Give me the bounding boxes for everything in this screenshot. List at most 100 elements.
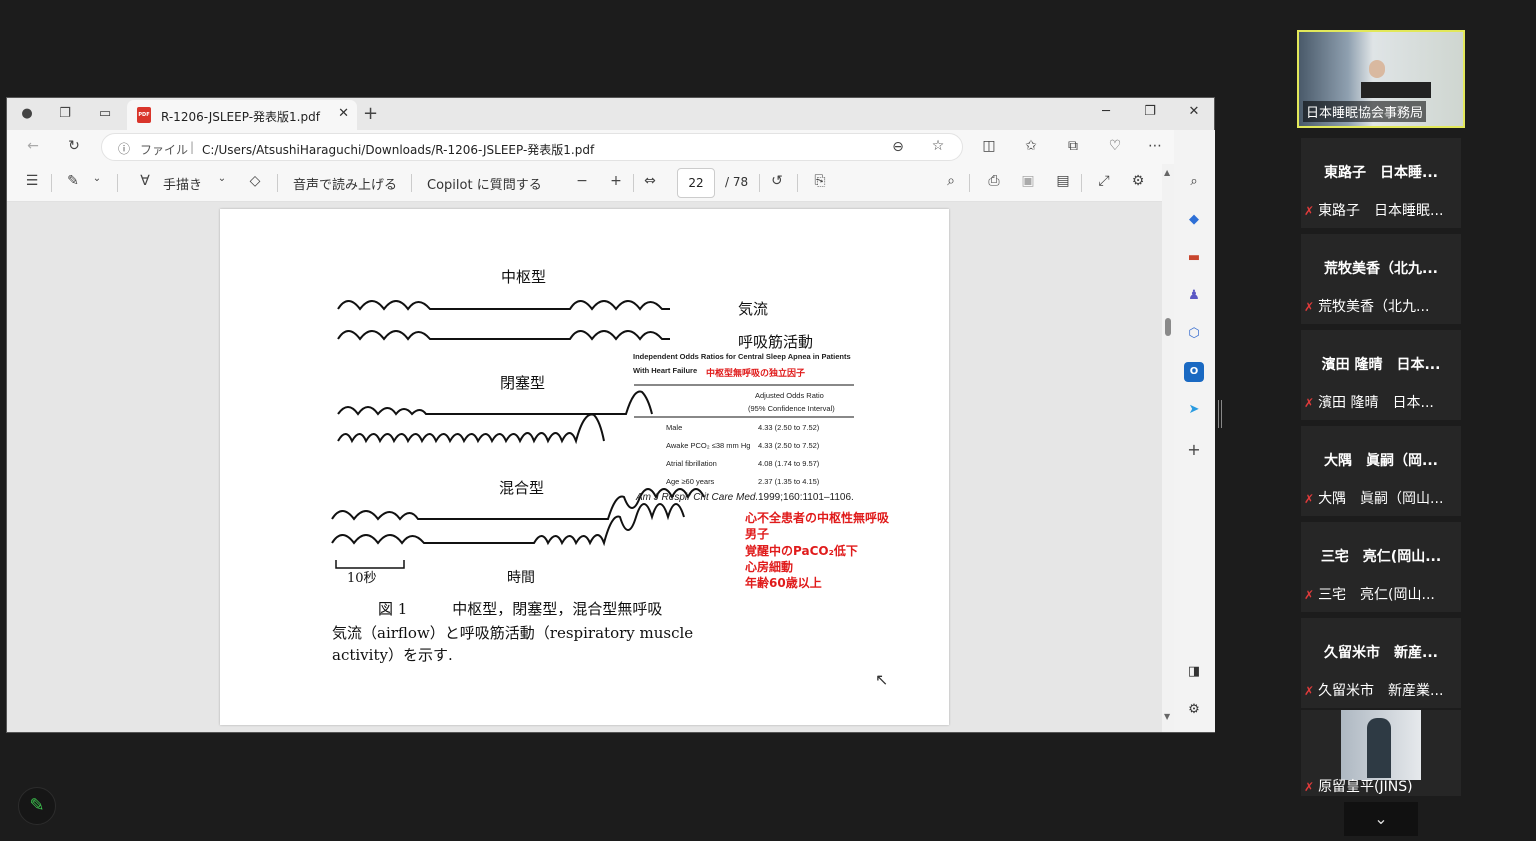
participant-tile[interactable]: 久留米市 新産... ✗ 久留米市 新産業... [1301,618,1461,708]
participant-name: 大隅 眞嗣（岡山... [1318,491,1444,507]
m365-icon[interactable]: ⬡ [1184,324,1204,344]
collections-icon[interactable]: ⧉ [1063,138,1083,154]
annotate-pen-button[interactable]: ✎ [18,787,56,825]
edge-sidebar: ⌕ ◆ ▬ ♟ ⬡ O ➤ + ◨ ⚙ [1174,130,1215,732]
settings-icon[interactable]: ⚙ [1184,700,1204,720]
participant-video-tile[interactable]: ✗ 原留皇平(JINS) [1301,710,1461,796]
copilot-ask-button[interactable]: Copilot に質問する [427,174,542,193]
participant-title: 濱田 隆晴 日本... [1321,357,1441,373]
games-icon[interactable]: ♟ [1184,286,1204,306]
scroll-up-icon[interactable]: ▲ [1164,168,1170,177]
pdf-scrollbar[interactable]: ▲ ▼ [1162,164,1174,732]
highlight-icon[interactable]: ✎ [63,173,83,189]
tab-actions-icon[interactable]: ▭ [95,104,115,124]
rotate-icon[interactable]: ↺ [767,173,787,189]
red-note: 心不全患者の中枢性無呼吸 [745,511,890,525]
save-icon[interactable]: ▣ [1018,173,1038,189]
person-shape [1369,60,1385,78]
fit-width-icon[interactable]: ⇔ [640,173,660,189]
performance-icon[interactable]: ♡ [1105,138,1125,154]
settings-icon[interactable]: ⚙ [1128,173,1148,189]
profile-icon[interactable]: ● [17,104,37,124]
chevron-down-icon[interactable]: ⌄ [87,173,107,184]
mic-muted-icon: ✗ [1304,204,1315,218]
citation-ref: 1999;160:1101–1106. [758,492,854,503]
red-note: 心房細動 [745,560,794,574]
split-screen-icon[interactable]: ◫ [979,138,999,154]
tab-pdf[interactable]: PDF R-1206-JSLEEP-発表版1.pdf ✕ [127,100,357,130]
participant-tile[interactable]: 三宅 亮仁(岡山... ✗ 三宅 亮仁(岡山... [1301,522,1461,612]
address-url[interactable]: C:/Users/AtsushiHaraguchi/Downloads/R-12… [202,141,594,158]
tools-icon[interactable]: ▬ [1184,248,1204,268]
participant-tile[interactable]: 荒牧美香（北九... ✗ 荒牧美香（北九... [1301,234,1461,324]
search-icon[interactable]: ⌕ [1184,172,1204,192]
page-view-icon[interactable]: ⎘ [810,173,830,189]
address-separator: | [190,140,195,154]
participant-title: 東路子 日本睡... [1324,165,1438,181]
maximize-button[interactable]: ❐ [1135,104,1165,119]
scroll-thumb[interactable] [1165,318,1171,336]
mic-muted-icon: ✗ [1304,588,1315,602]
address-label: ファイル [140,143,189,157]
participants-scroll-down-button[interactable]: ⌄ [1344,802,1418,836]
draw-button[interactable]: 手描き [163,174,202,193]
red-note: 年齢60歳以上 [745,576,822,590]
table-header-1: Adjusted Odds Ratio [755,391,824,400]
active-speaker-video[interactable]: 日本睡眠協会事務局 [1297,30,1465,128]
address-bar-row: ← ↻ ⓘ ファイル | C:/Users/AtsushiHaraguchi/D… [7,130,1214,164]
print-icon[interactable]: ⎙ [984,173,1004,189]
sidebar-toggle-icon[interactable]: ◨ [1184,662,1204,682]
fullscreen-icon[interactable]: ⤢ [1094,173,1114,189]
chevron-down-icon[interactable]: ⌄ [212,173,232,184]
zoom-icon[interactable]: ⊖ [888,139,908,155]
pdf-toolbar: ☰ ✎ ⌄ ∀ 手描き ⌄ ◇ 音声で読み上げる Copilot に質問する −… [7,164,1162,202]
save-as-icon[interactable]: ▤ [1053,173,1073,189]
participant-name: 荒牧美香（北九... [1318,299,1430,315]
participant-tile[interactable]: 濱田 隆晴 日本... ✗ 濱田 隆晴 日本... [1301,330,1461,420]
participant-title: 大隅 眞嗣（岡... [1324,453,1438,469]
read-aloud-button[interactable]: 音声で読み上げる [293,174,397,193]
page-number-input[interactable]: 22 [677,168,715,198]
back-icon[interactable]: ← [23,138,43,154]
outlook-icon[interactable]: O [1184,362,1204,382]
add-icon[interactable]: + [1184,440,1204,460]
tab-bar: ● ❐ ▭ PDF R-1206-JSLEEP-発表版1.pdf ✕ + ─ ❐… [7,98,1214,130]
new-tab-button[interactable]: + [363,103,378,124]
send-icon[interactable]: ➤ [1184,400,1204,420]
table-row-factor: Awake PCO₂ ≤38 mm Hg [666,441,751,450]
favorite-star-icon[interactable]: ☆ [928,138,948,154]
minimize-button[interactable]: ─ [1091,104,1121,119]
participant-tile[interactable]: 東路子 日本睡... ✗ 東路子 日本睡眠... [1301,138,1461,228]
draw-icon[interactable]: ∀ [135,173,155,189]
pdf-viewer[interactable]: 中枢型 気流 呼吸筋活動 閉塞型 混合型 10秒 時間 Independent … [7,202,1162,732]
mouse-cursor-icon: ↖ [875,670,889,689]
close-tab-icon[interactable]: ✕ [338,106,349,121]
scroll-down-icon[interactable]: ▼ [1164,712,1170,721]
search-icon[interactable]: ⌕ [941,173,961,189]
zoom-out-icon[interactable]: − [572,173,592,189]
laptop-shape [1361,82,1431,98]
close-window-button[interactable]: ✕ [1179,104,1209,119]
favorites-icon[interactable]: ✩ [1021,138,1041,154]
figure-caption: 図 1 中枢型，閉塞型，混合型無呼吸 [378,600,663,618]
table-title-jp: 中枢型無呼吸の独立因子 [706,369,806,379]
address-bar[interactable]: ⓘ ファイル | C:/Users/AtsushiHaraguchi/Downl… [101,133,963,161]
respiration-waveforms [331,300,854,569]
refresh-icon[interactable]: ↻ [64,138,84,154]
table-row-factor: Atrial fibrillation [666,459,717,468]
panel-resize-handle[interactable] [1218,400,1222,428]
zoom-in-icon[interactable]: + [606,173,626,189]
participant-name: 三宅 亮仁(岡山... [1318,587,1435,603]
participant-tile[interactable]: 大隅 眞嗣（岡... ✗ 大隅 眞嗣（岡山... [1301,426,1461,516]
info-icon[interactable]: ⓘ [118,140,130,157]
contents-icon[interactable]: ☰ [22,173,42,189]
workspaces-icon[interactable]: ❐ [55,104,75,124]
shopping-tag-icon[interactable]: ◆ [1184,210,1204,230]
more-menu-icon[interactable]: ⋯ [1145,138,1165,154]
eraser-icon[interactable]: ◇ [245,173,265,189]
table-row-value: 4.33 (2.50 to 7.52) [758,423,820,432]
mic-muted-icon: ✗ [1304,300,1315,314]
person-shape [1367,718,1391,778]
participant-name: 濱田 隆晴 日本... [1318,395,1434,411]
caption-line3: activity）を示す. [332,646,453,664]
